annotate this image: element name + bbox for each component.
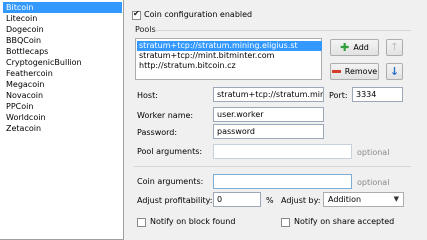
- pool-item[interactable]: stratum+tcp://mint.bitminter.com: [137, 51, 322, 61]
- adjust-by-label: Adjust by:: [281, 196, 321, 205]
- notify-block-checkbox[interactable]: [137, 218, 146, 227]
- coin-item-novacoin[interactable]: Novacoin: [3, 90, 122, 101]
- pools-divider: [156, 30, 411, 31]
- notify-share-checkbox[interactable]: [281, 218, 290, 227]
- pools-label: Pools: [135, 25, 156, 34]
- coin-enabled-checkbox[interactable]: [132, 9, 141, 20]
- add-button-label: Add: [353, 43, 369, 52]
- coin-item-dogecoin[interactable]: Dogecoin: [3, 24, 122, 35]
- remove-button-label: Remove: [344, 67, 378, 76]
- section-divider: [134, 166, 411, 167]
- coin-item-litecoin[interactable]: Litecoin: [3, 13, 122, 24]
- port-input[interactable]: 3334: [352, 87, 403, 102]
- coin-arguments-hint: optional: [357, 178, 390, 187]
- minus-icon: [331, 70, 341, 73]
- coin-list[interactable]: Bitcoin Litecoin Dogecoin BBQCoin Bottle…: [0, 0, 124, 240]
- remove-pool-button[interactable]: Remove: [330, 63, 379, 80]
- coin-item-bitcoin[interactable]: Bitcoin: [3, 2, 122, 13]
- worker-name-input[interactable]: user.worker: [213, 107, 324, 122]
- chevron-down-icon: ▼: [393, 195, 399, 203]
- host-label: Host:: [137, 91, 158, 100]
- password-label: Password:: [137, 128, 178, 137]
- coin-item-megacoin[interactable]: Megacoin: [3, 79, 122, 90]
- worker-label: Worker name:: [137, 111, 194, 120]
- arrow-down-icon: ↓: [389, 65, 400, 78]
- profitability-input[interactable]: 0: [213, 192, 261, 207]
- coin-item-zetacoin[interactable]: Zetacoin: [3, 123, 122, 134]
- pool-item[interactable]: http://stratum.bitcoin.cz: [137, 61, 322, 71]
- password-input[interactable]: password: [213, 124, 324, 139]
- pool-arguments-hint: optional: [357, 148, 390, 157]
- coin-item-ppcoin[interactable]: PPCoin: [3, 101, 122, 112]
- arrow-up-icon: ↑: [390, 42, 399, 53]
- coin-arguments-label: Coin arguments:: [137, 177, 204, 186]
- notify-block-label: Notify on block found: [150, 217, 236, 226]
- coin-arguments-input[interactable]: [213, 174, 352, 189]
- coin-item-cryptogenicbullion[interactable]: CryptogenicBullion: [3, 57, 122, 68]
- host-input[interactable]: stratum+tcp://stratum.mining.eligius.st: [213, 87, 324, 102]
- coin-item-bottlecaps[interactable]: Bottlecaps: [3, 46, 122, 57]
- move-up-button[interactable]: ↑: [386, 39, 403, 56]
- pool-arguments-input[interactable]: [213, 144, 352, 159]
- coin-item-feathercoin[interactable]: Feathercoin: [3, 68, 122, 79]
- notify-share-label: Notify on share accepted: [294, 217, 395, 226]
- add-pool-button[interactable]: ✚ Add: [330, 39, 379, 56]
- pool-item[interactable]: stratum+tcp://stratum.mining.eligius.st: [137, 41, 322, 51]
- coin-item-bbqcoin[interactable]: BBQCoin: [3, 35, 122, 46]
- coin-item-worldcoin[interactable]: Worldcoin: [3, 112, 122, 123]
- move-down-button[interactable]: ↓: [386, 63, 403, 80]
- adjust-by-select[interactable]: Addition ▼: [323, 192, 404, 207]
- adjust-profitability-label: Adjust profitability:: [137, 196, 213, 205]
- percent-unit: %: [266, 196, 274, 205]
- pool-list[interactable]: stratum+tcp://stratum.mining.eligius.st …: [135, 38, 322, 80]
- port-label: Port:: [329, 91, 348, 100]
- plus-icon: ✚: [340, 41, 350, 54]
- adjust-by-value: Addition: [328, 195, 362, 204]
- coin-enabled-label: Coin configuration enabled: [144, 10, 253, 19]
- pool-arguments-label: Pool arguments:: [137, 147, 203, 156]
